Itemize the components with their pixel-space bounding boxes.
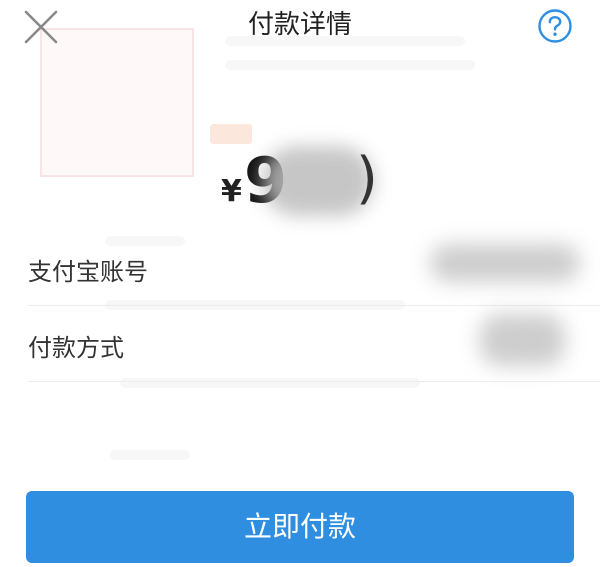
payment-amount: ¥ 9 ) (0, 140, 600, 220)
page-title: 付款详情 (247, 10, 352, 40)
payment-method-label: 付款方式 (28, 334, 124, 362)
currency-symbol: ¥ (221, 174, 242, 209)
row-divider (28, 381, 600, 382)
help-icon (538, 9, 572, 43)
pay-now-button[interactable]: 立即付款 (26, 491, 574, 563)
alipay-account-label: 支付宝账号 (28, 258, 148, 286)
background-text-line (110, 450, 190, 460)
alipay-account-value-redacted (430, 244, 580, 282)
amount-suffix: ) (356, 146, 378, 211)
background-text-line (225, 60, 475, 70)
alipay-account-row: 支付宝账号 (0, 230, 600, 306)
payment-method-value-redacted (480, 314, 565, 366)
sheet-header: 付款详情 (0, 0, 600, 50)
help-button[interactable] (537, 8, 573, 44)
payment-details-sheet: 付款详情 ¥ 9 ) 支付宝账号 付款方式 立即付款 (0, 0, 600, 567)
payment-method-row[interactable]: 付款方式 (0, 306, 600, 382)
